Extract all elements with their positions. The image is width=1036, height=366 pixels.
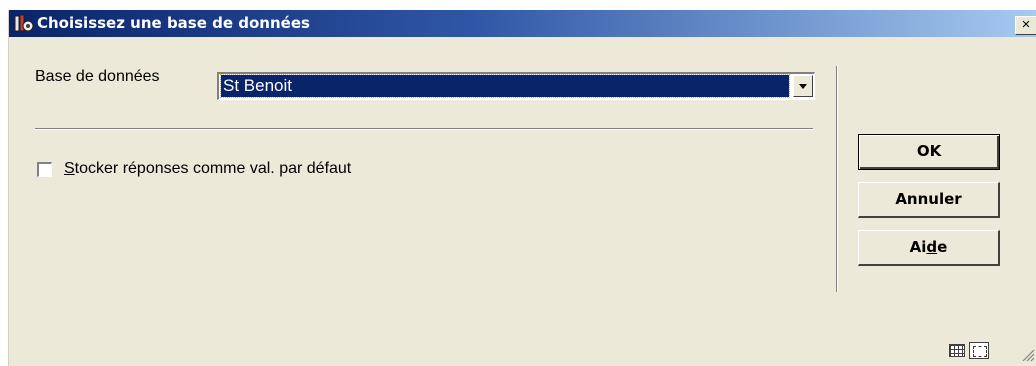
save-answers-label-text: tocker réponses comme val. par défaut — [74, 160, 352, 177]
library-app-icon — [14, 14, 34, 32]
database-select-value: St Benoit — [220, 74, 790, 98]
chevron-down-icon[interactable] — [793, 75, 813, 97]
help-button[interactable]: Aide — [858, 230, 1000, 266]
database-select[interactable]: St Benoit — [217, 72, 815, 100]
grid-icon[interactable] — [949, 344, 965, 357]
database-label: Base de données — [35, 68, 160, 85]
help-label-start: Ai — [909, 238, 927, 256]
save-answers-label: Stocker réponses comme val. par défaut — [64, 160, 351, 178]
dialog-title: Choisissez une base de données — [37, 14, 310, 32]
cancel-button-label: Annuler — [895, 190, 962, 208]
horizontal-divider — [35, 128, 813, 130]
size-grip-icon[interactable] — [1021, 348, 1035, 362]
help-accesskey: d — [926, 238, 938, 256]
save-answers-accesskey: S — [64, 160, 75, 177]
help-label-end: e — [937, 238, 948, 256]
title-bar[interactable]: Choisissez une base de données × — [9, 10, 1036, 37]
save-answers-checkbox[interactable] — [37, 162, 52, 177]
dialog-window: Choisissez une base de données × Base de… — [8, 10, 1036, 366]
vertical-divider — [836, 66, 838, 292]
close-button[interactable]: × — [1015, 16, 1036, 35]
resize-icon[interactable] — [969, 342, 989, 359]
close-icon: × — [1021, 16, 1031, 33]
ok-button-label: OK — [916, 142, 942, 160]
ok-button[interactable]: OK — [858, 134, 1000, 170]
cancel-button[interactable]: Annuler — [858, 182, 1000, 218]
help-button-label: Aide — [910, 238, 948, 256]
